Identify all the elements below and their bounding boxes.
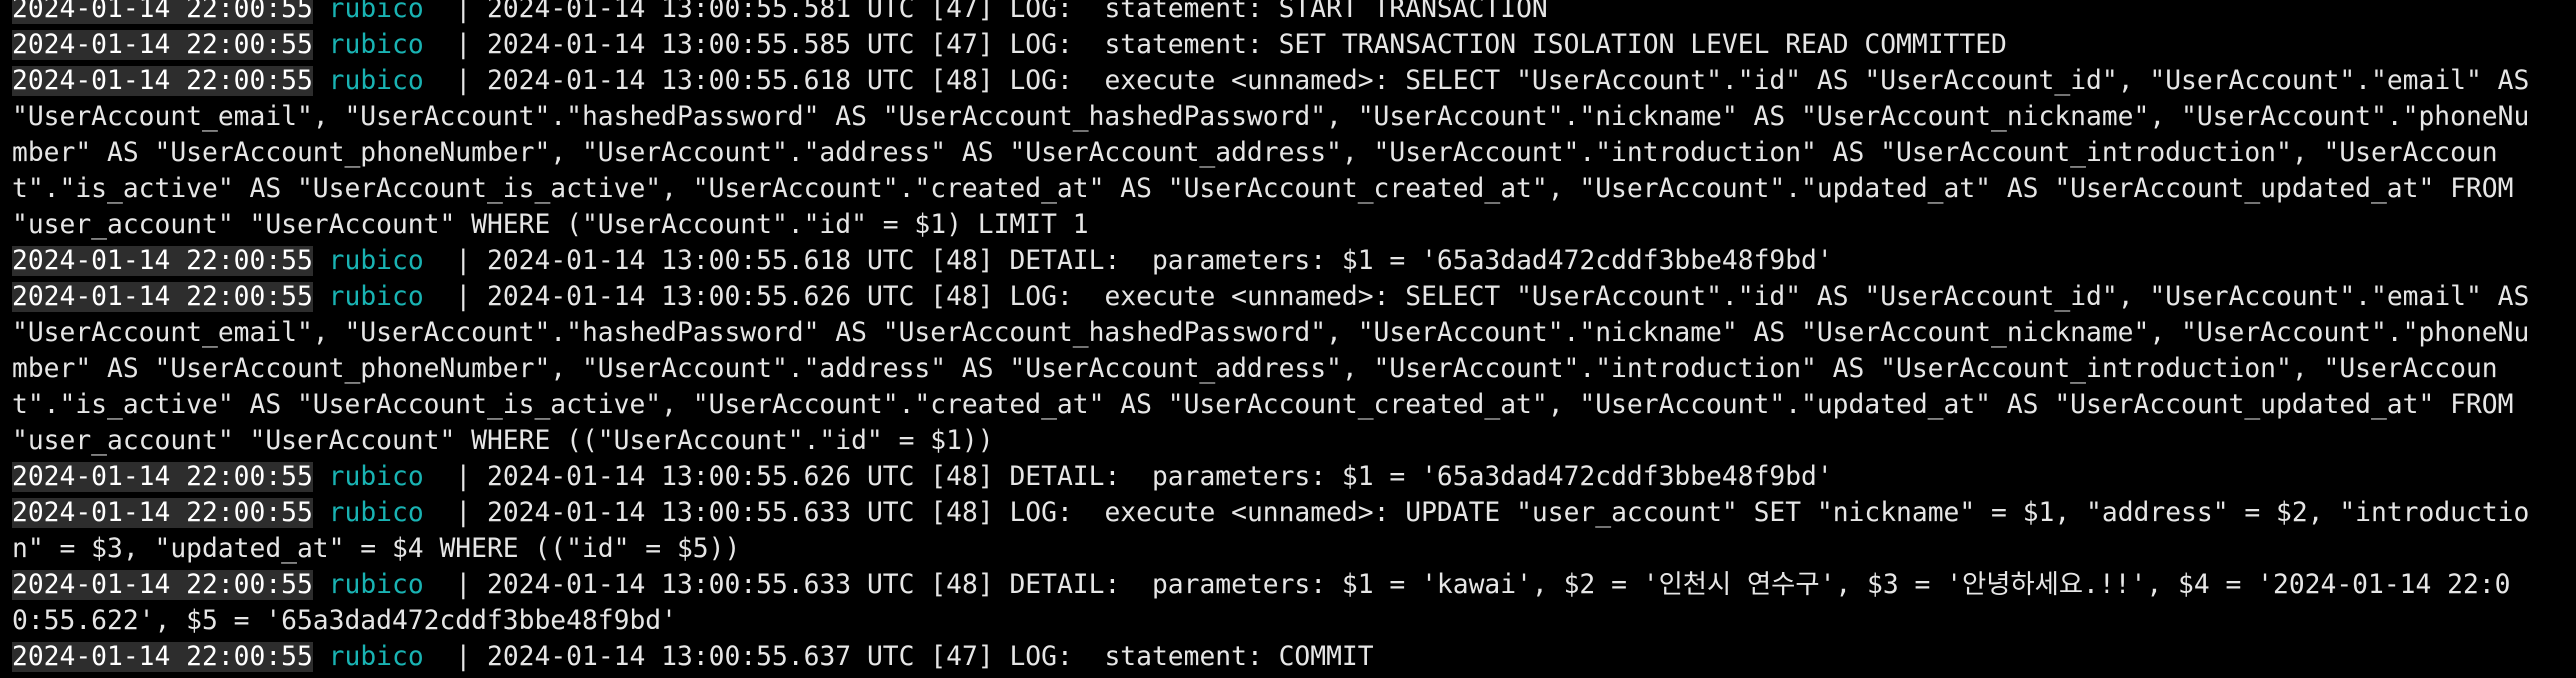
log-timestamp: 2024-01-14 22:00:55 <box>12 498 313 528</box>
log-separator: | <box>423 570 487 600</box>
log-timestamp: 2024-01-14 22:00:55 <box>12 462 313 492</box>
log-service-name: rubico <box>328 66 424 96</box>
log-service-name: rubico <box>328 0 424 24</box>
log-timestamp: 2024-01-14 22:00:55 <box>12 642 313 672</box>
log-timestamp: 2024-01-14 22:00:55 <box>12 246 313 276</box>
log-output: 2024-01-14 22:00:55 rubico | 2024-01-14 … <box>12 0 2532 675</box>
log-timestamp: 2024-01-14 22:00:55 <box>12 0 313 24</box>
log-service-name: rubico <box>328 498 424 528</box>
log-timestamp: 2024-01-14 22:00:55 <box>12 282 313 312</box>
log-service-name: rubico <box>328 642 424 672</box>
log-service-name: rubico <box>328 282 424 312</box>
log-service-name: rubico <box>328 246 424 276</box>
log-timestamp: 2024-01-14 22:00:55 <box>12 66 313 96</box>
log-line: 2024-01-14 22:00:55 rubico | 2024-01-14 … <box>12 27 2532 63</box>
log-line: 2024-01-14 22:00:55 rubico | 2024-01-14 … <box>12 0 2532 27</box>
log-separator: | <box>423 498 487 528</box>
log-separator: | <box>423 246 487 276</box>
log-message: 2024-01-14 13:00:55.585 UTC [47] LOG: st… <box>487 30 2007 60</box>
log-line: 2024-01-14 22:00:55 rubico | 2024-01-14 … <box>12 243 2532 279</box>
log-separator: | <box>423 66 487 96</box>
log-line: 2024-01-14 22:00:55 rubico | 2024-01-14 … <box>12 459 2532 495</box>
log-separator: | <box>423 642 487 672</box>
log-message: 2024-01-14 13:00:55.637 UTC [47] LOG: st… <box>487 642 1374 672</box>
log-service-name: rubico <box>328 462 424 492</box>
log-separator: | <box>423 462 487 492</box>
log-line: 2024-01-14 22:00:55 rubico | 2024-01-14 … <box>12 495 2532 567</box>
log-line: 2024-01-14 22:00:55 rubico | 2024-01-14 … <box>12 63 2532 243</box>
log-separator: | <box>423 282 487 312</box>
log-message: 2024-01-14 13:00:55.581 UTC [47] LOG: st… <box>487 0 1548 24</box>
log-message: 2024-01-14 13:00:55.618 UTC [48] DETAIL:… <box>487 246 1833 276</box>
log-service-name: rubico <box>328 570 424 600</box>
log-separator: | <box>423 0 487 24</box>
log-line: 2024-01-14 22:00:55 rubico | 2024-01-14 … <box>12 279 2532 459</box>
log-separator: | <box>423 30 487 60</box>
log-service-name: rubico <box>328 30 424 60</box>
log-line: 2024-01-14 22:00:55 rubico | 2024-01-14 … <box>12 567 2532 639</box>
terminal-window[interactable]: 2024-01-14 22:00:55 rubico | 2024-01-14 … <box>0 0 2576 678</box>
log-timestamp: 2024-01-14 22:00:55 <box>12 30 313 60</box>
log-line: 2024-01-14 22:00:55 rubico | 2024-01-14 … <box>12 639 2532 675</box>
log-message: 2024-01-14 13:00:55.626 UTC [48] DETAIL:… <box>487 462 1833 492</box>
log-timestamp: 2024-01-14 22:00:55 <box>12 570 313 600</box>
